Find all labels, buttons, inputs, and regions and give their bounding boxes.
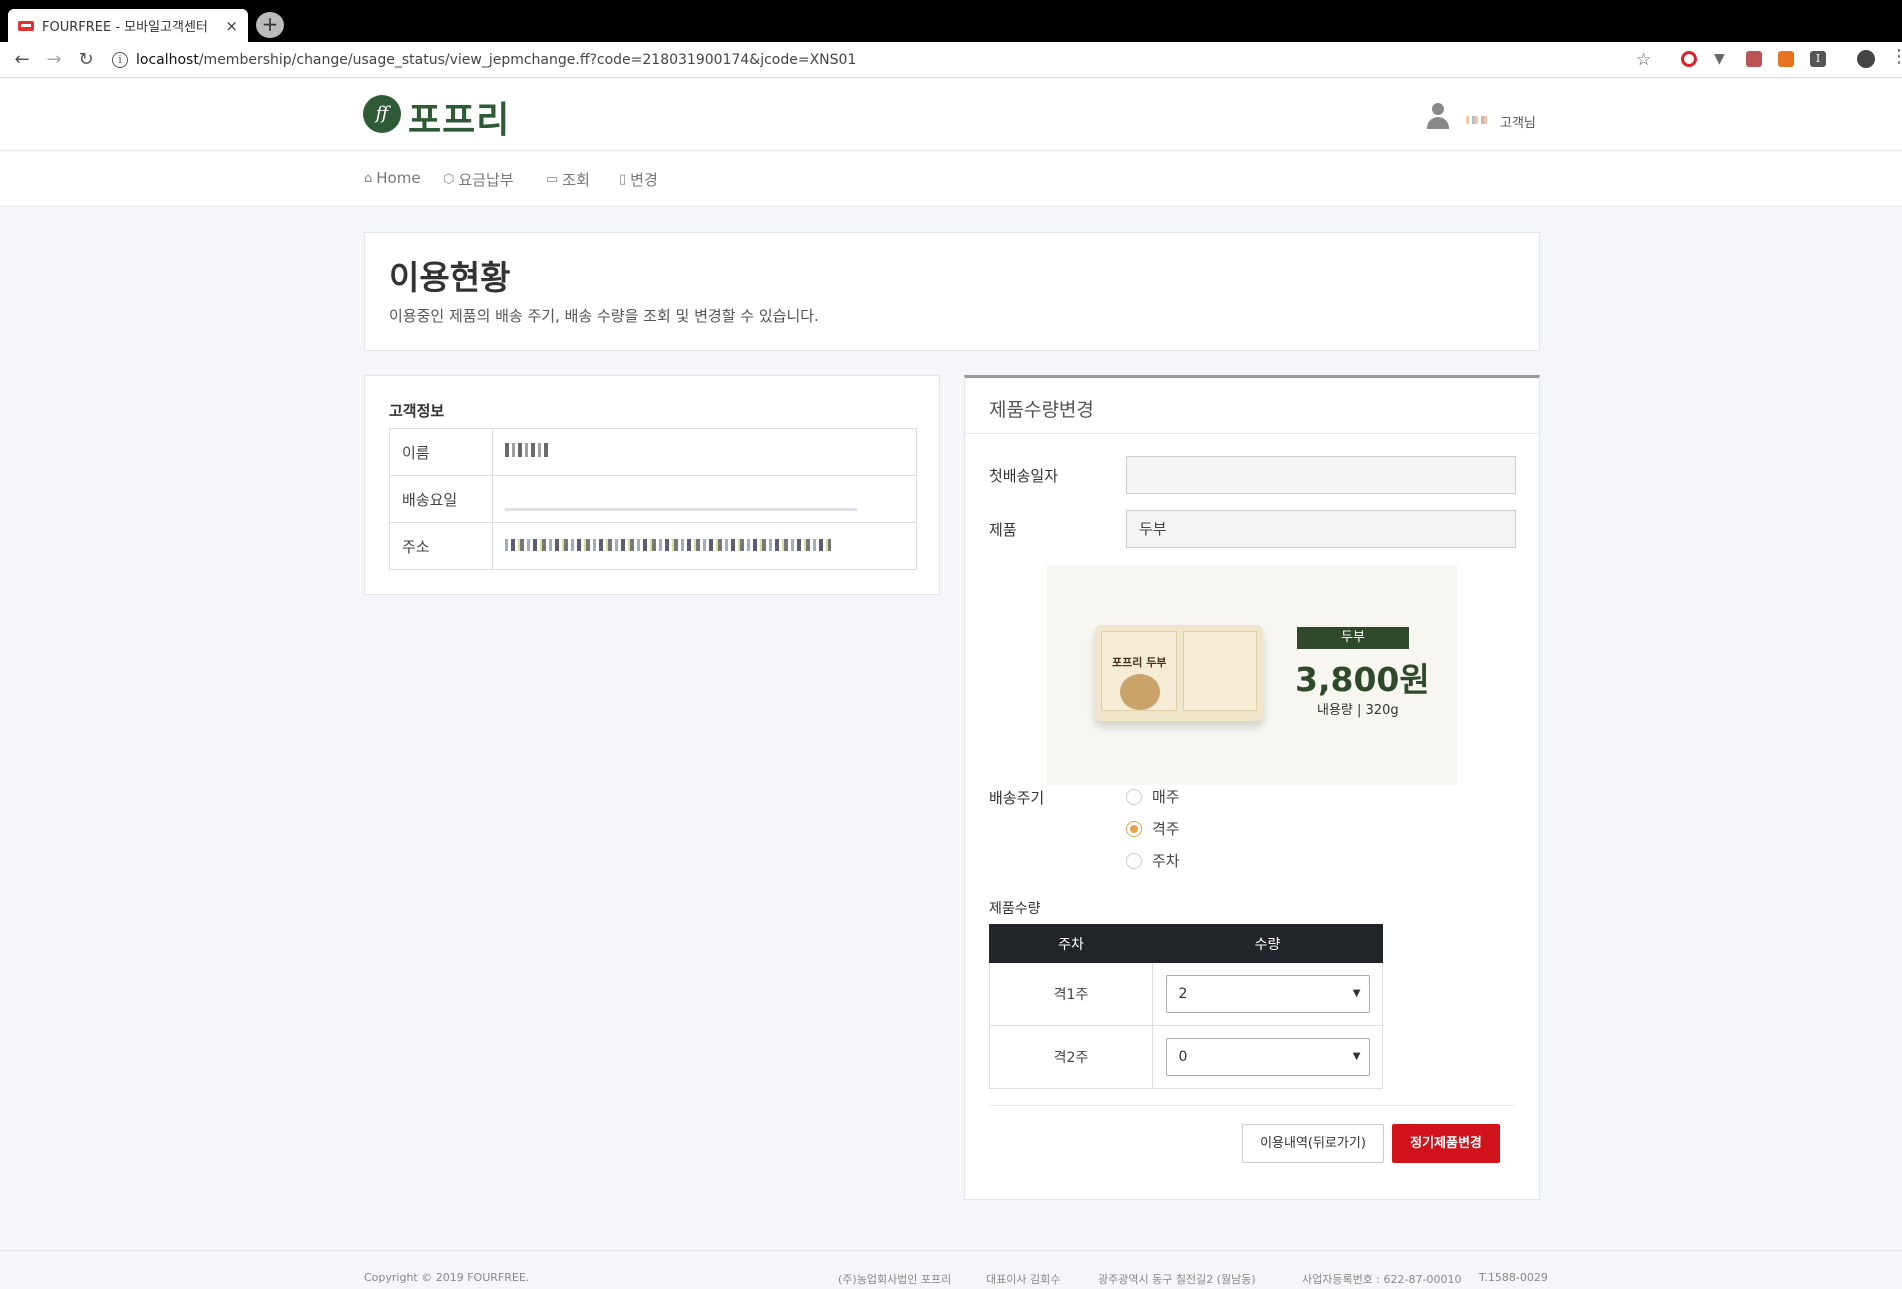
v-extension-icon[interactable]: ▼ (1714, 51, 1730, 67)
user-icon[interactable] (1427, 103, 1449, 129)
first-delivery-field[interactable] (1126, 456, 1516, 494)
url-host: localhost (136, 52, 199, 68)
footer-address: 광주광역시 동구 칠전길2 (월남동) (1098, 1273, 1256, 1286)
calendar-icon: ▭ (546, 172, 559, 187)
new-tab-button[interactable]: + (256, 12, 284, 38)
address-bar: ← → ↻ i localhost/membership/change/usag… (0, 42, 1902, 78)
logo-mark-icon[interactable]: ff (363, 95, 401, 133)
footer: Copyright © 2019 FOURFREE. (주)농업회사법인 포프리… (0, 1250, 1902, 1289)
quantity-select[interactable]: 0 ▼ (1165, 1038, 1370, 1076)
product-label: 제품 (989, 521, 1017, 539)
product-image: 포프리 두부 두부 3,800원 내용량 | 320g (1047, 565, 1457, 785)
first-delivery-label: 첫배송일자 (989, 467, 1059, 485)
url-field[interactable]: i localhost/membership/change/usage_stat… (112, 47, 1672, 73)
caret-down-icon: ▼ (1352, 1051, 1361, 1062)
radio-button[interactable] (1126, 788, 1142, 805)
product-badge: 두부 (1297, 627, 1409, 649)
home-icon: ⌂ (364, 170, 373, 186)
redacted-bar (505, 507, 857, 511)
fourfree-favicon-icon (18, 20, 34, 31)
box-icon: ⬡ (443, 172, 455, 187)
qty-cell: 0 ▼ (1152, 1025, 1383, 1089)
info-label: 주소 (389, 522, 493, 570)
radio-weekly[interactable]: 매주 (1126, 786, 1180, 807)
footer-biz-no: 사업자등록번호 : 622-87-00010 (1302, 1273, 1462, 1286)
main-nav: ⌂ Home ⬡ 요금납부 ▭ 조회 ▯ 변경 (0, 152, 1902, 207)
nav-item-payment[interactable]: ⬡ 요금납부 (443, 169, 514, 190)
url-path: /membership/change/usage_status/view_jep… (198, 52, 857, 68)
back-button[interactable]: 이용내역(뒤로가기) (1242, 1124, 1384, 1163)
info-extension-icon[interactable]: I (1810, 51, 1826, 67)
document-icon: ▯ (619, 172, 627, 187)
info-label: 이름 (389, 428, 493, 476)
profile-icon[interactable] (1857, 50, 1875, 68)
pdf-extension-icon[interactable] (1746, 51, 1762, 67)
footer-ceo: 대표이사 김회수 (986, 1273, 1061, 1286)
qty-cell: 2 ▼ (1152, 962, 1383, 1026)
nav-item-change[interactable]: ▯ 변경 (619, 169, 658, 190)
change-submit-button[interactable]: 정기제품변경 (1392, 1124, 1500, 1163)
footer-tel: T.1588-0029 (1479, 1271, 1548, 1284)
panel-title: 제품수량변경 (989, 399, 1094, 421)
panel-header: 제품수량변경 (965, 378, 1539, 434)
radio-button-checked[interactable] (1126, 820, 1142, 837)
bookmark-star-icon[interactable]: ☆ (1636, 50, 1651, 70)
delivery-cycle-label: 배송주기 (989, 789, 1045, 807)
info-label: 배송요일 (389, 475, 493, 523)
customer-info-heading: 고객정보 (389, 402, 445, 420)
divider (989, 1105, 1515, 1106)
logo-text[interactable]: 포프리 (408, 91, 510, 143)
quantity-label: 제품수량 (989, 901, 1041, 917)
browser-tab[interactable]: FOURFREE - 모바일고객센터 × (8, 9, 248, 42)
column-header: 주차 (989, 924, 1153, 963)
tab-title: FOURFREE - 모바일고객센터 (42, 20, 208, 35)
info-icon[interactable]: i (112, 52, 128, 68)
footer-company: (주)농업회사법인 포프리 (838, 1273, 952, 1286)
caret-down-icon: ▼ (1352, 988, 1361, 999)
quantity-table: 주차 수량 격1주 2 ▼ 격2주 0 ▼ (989, 924, 1383, 1089)
info-value-delivery-day (492, 475, 917, 523)
opera-extension-icon[interactable] (1681, 51, 1697, 67)
package-name: 포프리 두부 (1112, 656, 1167, 669)
tofu-package: 포프리 두부 (1095, 625, 1263, 721)
forward-arrow-icon[interactable]: → (38, 49, 70, 70)
customer-info-table: 이름 배송요일 주소 (389, 428, 917, 570)
nav-item-inquiry[interactable]: ▭ 조회 (546, 169, 590, 190)
back-arrow-icon[interactable]: ← (6, 49, 38, 70)
radio-biweekly[interactable]: 격주 (1126, 818, 1180, 839)
week-cell: 격1주 (989, 962, 1153, 1026)
quantity-change-panel: 제품수량변경 첫배송일자 제품 두부 포프리 두부 두부 3,800원 내용량 … (964, 375, 1540, 1200)
info-row-name: 이름 (389, 428, 917, 476)
table-row: 격2주 0 ▼ (989, 1025, 1383, 1089)
column-header: 수량 (1152, 924, 1383, 963)
info-row-delivery-day: 배송요일 (389, 475, 917, 523)
fx-extension-icon[interactable] (1778, 51, 1794, 67)
page-title: 이용현황 (389, 258, 511, 297)
product-field[interactable]: 두부 (1126, 510, 1516, 548)
redacted-address (505, 539, 831, 551)
customer-info-panel: 고객정보 이름 배송요일 주소 (364, 375, 940, 595)
browser-tabbar: FOURFREE - 모바일고객센터 × + (0, 0, 1902, 42)
nav-item-home[interactable]: ⌂ Home (364, 169, 421, 187)
info-row-address: 주소 (389, 522, 917, 570)
user-suffix: 고객님 (1500, 116, 1536, 131)
redacted-name (505, 443, 549, 457)
reload-icon[interactable]: ↻ (70, 49, 102, 70)
browser-menu-icon[interactable]: ⋮ (1890, 48, 1902, 66)
week-cell: 격2주 (989, 1025, 1153, 1089)
radio-by-week[interactable]: 주차 (1126, 850, 1180, 871)
product-capacity: 내용량 | 320g (1317, 703, 1399, 718)
info-value-name (492, 428, 917, 476)
page-description: 이용중인 제품의 배송 주기, 배송 수량을 조회 및 변경할 수 있습니다. (389, 307, 819, 325)
product-price: 3,800원 (1295, 660, 1430, 699)
quantity-select[interactable]: 2 ▼ (1165, 975, 1370, 1013)
user-name-redacted (1466, 116, 1490, 124)
info-value-address (492, 522, 917, 570)
site-header: ff 포프리 고객님 (0, 79, 1902, 151)
title-panel: 이용현황 이용중인 제품의 배송 주기, 배송 수량을 조회 및 변경할 수 있… (364, 232, 1540, 351)
table-row: 격1주 2 ▼ (989, 962, 1383, 1026)
radio-button[interactable] (1126, 852, 1142, 869)
close-icon[interactable]: × (225, 17, 238, 35)
copyright: Copyright © 2019 FOURFREE. (364, 1271, 530, 1284)
